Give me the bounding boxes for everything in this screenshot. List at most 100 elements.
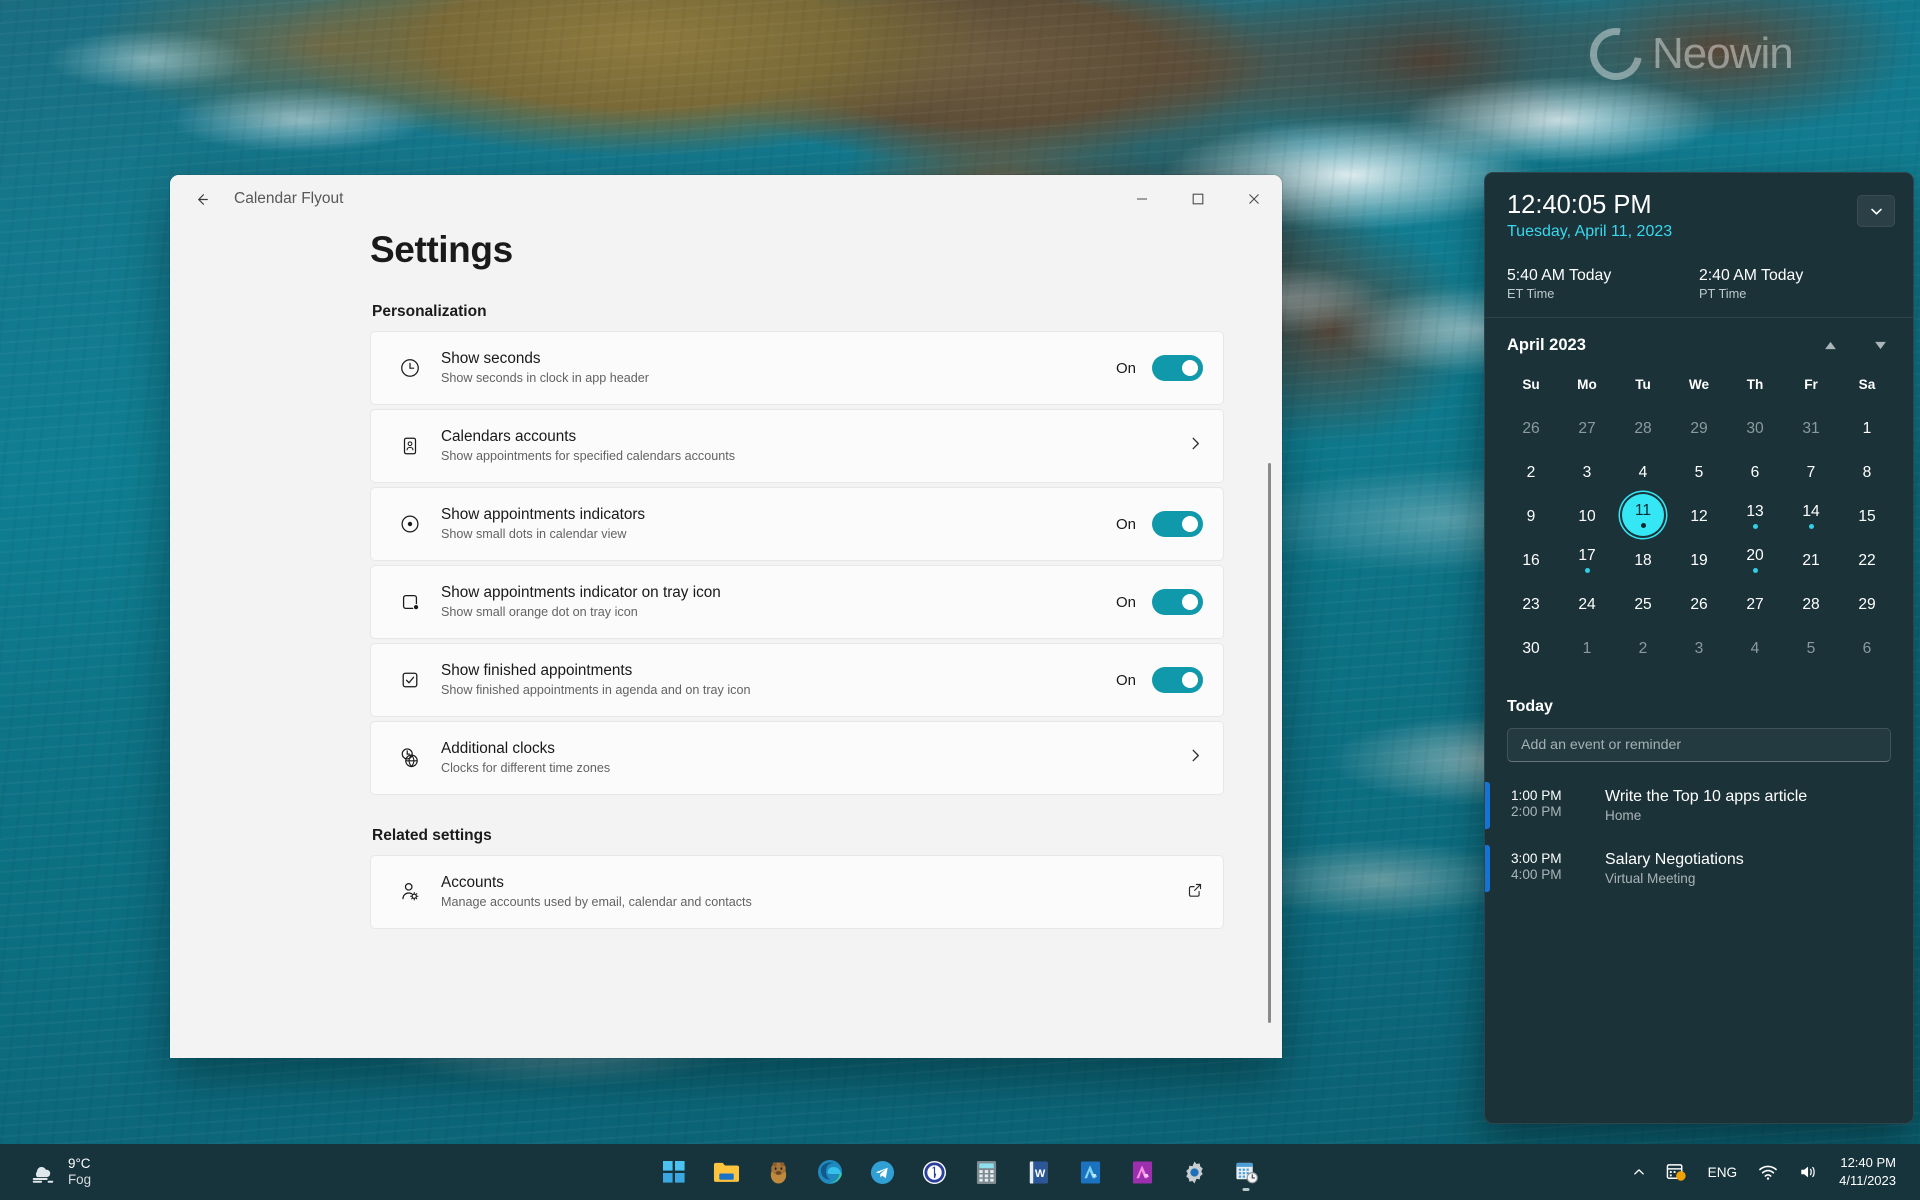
setting-row-finished-appointments[interactable]: Show finished appointments Show finished…: [370, 643, 1224, 717]
taskbar-settings[interactable]: [1173, 1151, 1215, 1193]
calendar-day[interactable]: 22: [1839, 538, 1895, 582]
calendar-day[interactable]: 12: [1671, 494, 1727, 538]
account-settings-icon: [393, 880, 427, 904]
toggle-tray-indicator[interactable]: [1152, 589, 1203, 615]
calendar-day[interactable]: 29: [1671, 406, 1727, 450]
calendar-day[interactable]: 15: [1839, 494, 1895, 538]
calendar-day-number: 1: [1862, 419, 1872, 437]
calendar-day[interactable]: 2: [1503, 450, 1559, 494]
calendar-day-number: 5: [1694, 463, 1704, 481]
calendar-month-label[interactable]: April 2023: [1507, 336, 1586, 355]
calendar-day[interactable]: 18: [1615, 538, 1671, 582]
calendar-day-number: 26: [1690, 595, 1708, 613]
flyout-expand-button[interactable]: [1857, 195, 1895, 227]
calendar-day[interactable]: 5: [1783, 626, 1839, 670]
taskbar-calendar-flyout-app[interactable]: [1225, 1151, 1267, 1193]
taskbar-microsoft-word[interactable]: W: [1017, 1151, 1059, 1193]
calendar-day[interactable]: 27: [1559, 406, 1615, 450]
taskbar-weather-widget[interactable]: 9°C Fog: [18, 1152, 101, 1192]
calendar-day-header: Fr: [1804, 377, 1818, 393]
agenda-event-item[interactable]: 1:00 PM 2:00 PM Write the Top 10 apps ar…: [1485, 776, 1913, 835]
tray-clock[interactable]: 12:40 PM 4/11/2023: [1831, 1150, 1906, 1193]
toggle-state-label: On: [1115, 359, 1136, 377]
close-button[interactable]: [1226, 175, 1282, 223]
calendar-day-number: 31: [1802, 419, 1820, 437]
taskbar-file-explorer[interactable]: [705, 1151, 747, 1193]
calendar-day-today[interactable]: 11: [1622, 494, 1664, 537]
content-scrollbar[interactable]: [1264, 463, 1276, 1023]
tray-calendar-icon-button[interactable]: [1658, 1156, 1695, 1189]
calendar-day[interactable]: 28: [1615, 406, 1671, 450]
calendar-day[interactable]: 14: [1783, 494, 1839, 538]
agenda-event-item[interactable]: 3:00 PM 4:00 PM Salary Negotiations Virt…: [1485, 839, 1913, 898]
calendar-day[interactable]: 4: [1615, 450, 1671, 494]
minimize-button[interactable]: [1114, 175, 1170, 223]
tray-overflow-button[interactable]: [1624, 1159, 1654, 1185]
calendar-day-number: 9: [1526, 507, 1536, 525]
calendar-day[interactable]: 23: [1503, 582, 1559, 626]
calendar-prev-button[interactable]: [1819, 337, 1841, 355]
maximize-button[interactable]: [1170, 175, 1226, 223]
calendar-day[interactable]: 3: [1559, 450, 1615, 494]
calendar-day[interactable]: 9: [1503, 494, 1559, 538]
calendar-day[interactable]: 17: [1559, 538, 1615, 582]
calendar-next-button[interactable]: [1869, 337, 1891, 355]
toggle-finished-appointments[interactable]: [1152, 667, 1203, 693]
calendar-day[interactable]: 5: [1671, 450, 1727, 494]
add-event-input[interactable]: Add an event or reminder: [1507, 728, 1891, 763]
calendar-day-number: 2: [1526, 463, 1536, 481]
calendar-day[interactable]: 6: [1839, 626, 1895, 670]
calendar-day[interactable]: 4: [1727, 626, 1783, 670]
calendar-day[interactable]: 24: [1559, 582, 1615, 626]
taskbar-calculator[interactable]: [965, 1151, 1007, 1193]
taskbar-affinity-designer[interactable]: [1069, 1151, 1111, 1193]
section-label-personalization: Personalization: [372, 303, 487, 320]
calendar-day[interactable]: 13: [1727, 494, 1783, 538]
taskbar-1password[interactable]: [913, 1151, 955, 1193]
calendar-day[interactable]: 25: [1615, 582, 1671, 626]
toggle-appointments-indicators[interactable]: [1152, 511, 1203, 537]
taskbar-affinity-photo[interactable]: [1121, 1151, 1163, 1193]
toggle-show-seconds[interactable]: [1152, 355, 1203, 381]
calendar-day[interactable]: 26: [1503, 406, 1559, 450]
calendar-day[interactable]: 26: [1671, 582, 1727, 626]
calendar-day[interactable]: 10: [1559, 494, 1615, 538]
calendar-day[interactable]: 29: [1839, 582, 1895, 626]
calendar-day[interactable]: 30: [1503, 626, 1559, 670]
setting-row-additional-clocks[interactable]: Additional clocks Clocks for different t…: [370, 721, 1224, 795]
affinity-designer-icon: [1080, 1160, 1100, 1184]
setting-row-show-seconds[interactable]: Show seconds Show seconds in clock in ap…: [370, 331, 1224, 405]
setting-row-calendars-accounts[interactable]: Calendars accounts Show appointments for…: [370, 409, 1224, 483]
back-button[interactable]: [184, 182, 220, 216]
calendar-day[interactable]: 31: [1783, 406, 1839, 450]
calendar-day[interactable]: 2: [1615, 626, 1671, 670]
taskbar-telegram[interactable]: [861, 1151, 903, 1193]
calendar-day[interactable]: 6: [1727, 450, 1783, 494]
calendar-day[interactable]: 8: [1839, 450, 1895, 494]
calendar-day[interactable]: 3: [1671, 626, 1727, 670]
setting-row-appointments-indicators[interactable]: Show appointments indicators Show small …: [370, 487, 1224, 561]
scrollbar-thumb[interactable]: [1268, 463, 1271, 1023]
calendar-day[interactable]: 1: [1839, 406, 1895, 450]
calendar-day[interactable]: 1: [1559, 626, 1615, 670]
calendar-day[interactable]: 16: [1503, 538, 1559, 582]
calendar-day[interactable]: 7: [1783, 450, 1839, 494]
calendar-day-number: 27: [1746, 595, 1764, 613]
taskbar-start-button[interactable]: [653, 1151, 695, 1193]
taskbar-capybara-app[interactable]: [757, 1151, 799, 1193]
calendar-day[interactable]: 28: [1783, 582, 1839, 626]
tray-language-button[interactable]: ENG: [1699, 1159, 1746, 1186]
setting-row-tray-indicator[interactable]: Show appointments indicator on tray icon…: [370, 565, 1224, 639]
calendar-day-number: 3: [1582, 463, 1592, 481]
calendar-day[interactable]: 30: [1727, 406, 1783, 450]
calendar-day[interactable]: 20: [1727, 538, 1783, 582]
calendar-day-number: 26: [1522, 419, 1540, 437]
setting-row-accounts[interactable]: Accounts Manage accounts used by email, …: [370, 855, 1224, 929]
calendar-day[interactable]: 19: [1671, 538, 1727, 582]
minimize-icon: [1137, 198, 1147, 200]
calendar-day[interactable]: 27: [1727, 582, 1783, 626]
tray-volume-button[interactable]: [1790, 1157, 1827, 1187]
taskbar-microsoft-edge[interactable]: [809, 1151, 851, 1193]
tray-network-button[interactable]: [1750, 1157, 1786, 1187]
calendar-day[interactable]: 21: [1783, 538, 1839, 582]
